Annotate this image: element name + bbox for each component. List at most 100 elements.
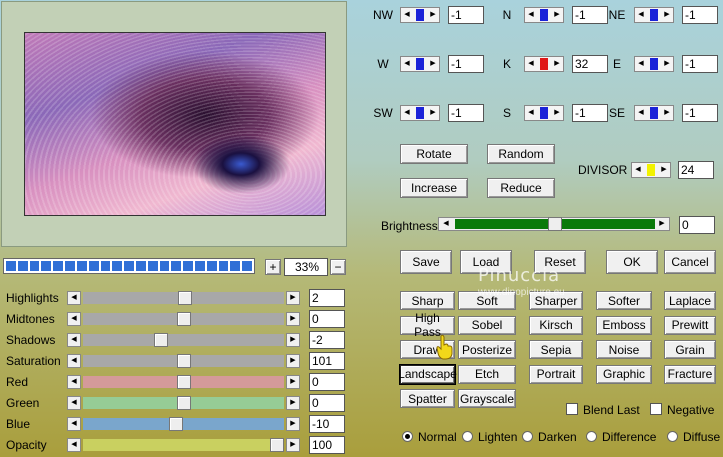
zoom-in-button[interactable]: + [265,259,281,275]
w-field[interactable]: -1 [448,55,484,73]
saturation-slider[interactable]: ◀ ▶ [67,354,300,368]
arrow-right-icon[interactable]: ▶ [656,218,668,230]
n-thumb[interactable] [540,9,548,21]
red-thumb[interactable] [177,375,191,389]
blend-lighten-radio[interactable] [462,431,473,442]
arrow-right-icon[interactable]: ▶ [286,312,300,326]
arrow-left-icon[interactable]: ◀ [67,396,81,410]
brightness-thumb[interactable] [548,217,562,231]
midtones-thumb[interactable] [177,312,191,326]
random-button[interactable]: Random [487,144,555,164]
k-slider[interactable]: ◀ ▶ [524,56,564,72]
w-thumb[interactable] [416,58,424,70]
arrow-right-icon[interactable]: ▶ [286,417,300,431]
n-slider[interactable]: ◀ ▶ [524,7,564,23]
arrow-left-icon[interactable]: ◀ [67,291,81,305]
arrow-left-icon[interactable]: ◀ [67,333,81,347]
arrow-left-icon[interactable]: ◀ [67,417,81,431]
w-slider[interactable]: ◀ ▶ [400,56,440,72]
arrow-left-icon[interactable]: ◀ [635,106,647,120]
red-field[interactable]: 0 [309,373,345,391]
shadows-slider[interactable]: ◀ ▶ [67,333,300,347]
filter-sharp-button[interactable]: Sharp [400,291,455,310]
filter-portrait-button[interactable]: Portrait [529,364,583,384]
shadows-thumb[interactable] [154,333,168,347]
green-field[interactable]: 0 [309,394,345,412]
ne-slider[interactable]: ◀ ▶ [634,7,674,23]
midtones-field[interactable]: 0 [309,310,345,328]
ne-field[interactable]: -1 [682,6,718,24]
red-slider[interactable]: ◀ ▶ [67,375,300,389]
filter-posterize-button[interactable]: Posterize [458,340,516,359]
filter-laplace-button[interactable]: Laplace [664,291,716,310]
arrow-right-icon[interactable]: ▶ [427,8,439,22]
arrow-right-icon[interactable]: ▶ [427,57,439,71]
blend-diffuse-radio[interactable] [667,431,678,442]
se-field[interactable]: -1 [682,104,718,122]
nw-field[interactable]: -1 [448,6,484,24]
filter-high-pass-button[interactable]: High Pass [400,311,455,339]
blue-thumb[interactable] [169,417,183,431]
arrow-right-icon[interactable]: ▶ [551,57,563,71]
nw-thumb[interactable] [416,9,424,21]
divisor-field[interactable]: 24 [678,161,714,179]
blue-slider[interactable]: ◀ ▶ [67,417,300,431]
opacity-field[interactable]: 100 [309,436,345,454]
saturation-thumb[interactable] [177,354,191,368]
highlights-thumb[interactable] [178,291,192,305]
filter-sobel-button[interactable]: Sobel [458,315,516,335]
arrow-right-icon[interactable]: ▶ [661,57,673,71]
blend-normal-radio[interactable] [402,431,413,442]
k-thumb[interactable] [540,58,548,70]
e-thumb[interactable] [650,58,658,70]
arrow-right-icon[interactable]: ▶ [286,291,300,305]
blend-last-checkbox[interactable] [566,403,578,415]
arrow-left-icon[interactable]: ◀ [67,375,81,389]
s-slider[interactable]: ◀ ▶ [524,105,564,121]
arrow-left-icon[interactable]: ◀ [525,8,537,22]
cancel-button[interactable]: Cancel [664,250,716,274]
arrow-right-icon[interactable]: ▶ [658,163,670,177]
arrow-right-icon[interactable]: ▶ [551,106,563,120]
opacity-slider[interactable]: ◀ ▶ [67,438,300,452]
arrow-right-icon[interactable]: ▶ [286,375,300,389]
arrow-left-icon[interactable]: ◀ [440,218,452,230]
arrow-left-icon[interactable]: ◀ [632,163,644,177]
divisor-slider[interactable]: ◀ ▶ [631,162,671,178]
zoom-out-button[interactable]: − [330,259,346,275]
blue-field[interactable]: -10 [309,415,345,433]
arrow-right-icon[interactable]: ▶ [427,106,439,120]
nw-slider[interactable]: ◀ ▶ [400,7,440,23]
filter-kirsch-button[interactable]: Kirsch [529,315,583,335]
arrow-right-icon[interactable]: ▶ [661,106,673,120]
arrow-left-icon[interactable]: ◀ [635,8,647,22]
filter-fracture-button[interactable]: Fracture [664,364,716,384]
arrow-left-icon[interactable]: ◀ [67,354,81,368]
arrow-right-icon[interactable]: ▶ [286,354,300,368]
filter-grain-button[interactable]: Grain [664,340,716,359]
s-thumb[interactable] [540,107,548,119]
highlights-slider[interactable]: ◀ ▶ [67,291,300,305]
arrow-left-icon[interactable]: ◀ [401,57,413,71]
filter-emboss-button[interactable]: Emboss [596,315,652,335]
filter-grayscale-button[interactable]: Grayscale [458,389,516,408]
ne-thumb[interactable] [650,9,658,21]
se-thumb[interactable] [650,107,658,119]
green-slider[interactable]: ◀ ▶ [67,396,300,410]
green-thumb[interactable] [177,396,191,410]
filter-softer-button[interactable]: Softer [596,291,652,310]
k-field[interactable]: 32 [572,55,608,73]
se-slider[interactable]: ◀ ▶ [634,105,674,121]
filter-sepia-button[interactable]: Sepia [529,340,583,359]
ok-button[interactable]: OK [606,250,658,274]
filter-graphic-button[interactable]: Graphic [596,364,652,384]
brightness-slider[interactable]: ◀ ▶ [438,217,670,231]
brightness-field[interactable]: 0 [679,216,715,234]
shadows-field[interactable]: -2 [309,331,345,349]
filter-etch-button[interactable]: Etch [458,364,516,384]
n-field[interactable]: -1 [572,6,608,24]
e-slider[interactable]: ◀ ▶ [634,56,674,72]
e-field[interactable]: -1 [682,55,718,73]
saturation-field[interactable]: 101 [309,352,345,370]
arrow-left-icon[interactable]: ◀ [401,106,413,120]
